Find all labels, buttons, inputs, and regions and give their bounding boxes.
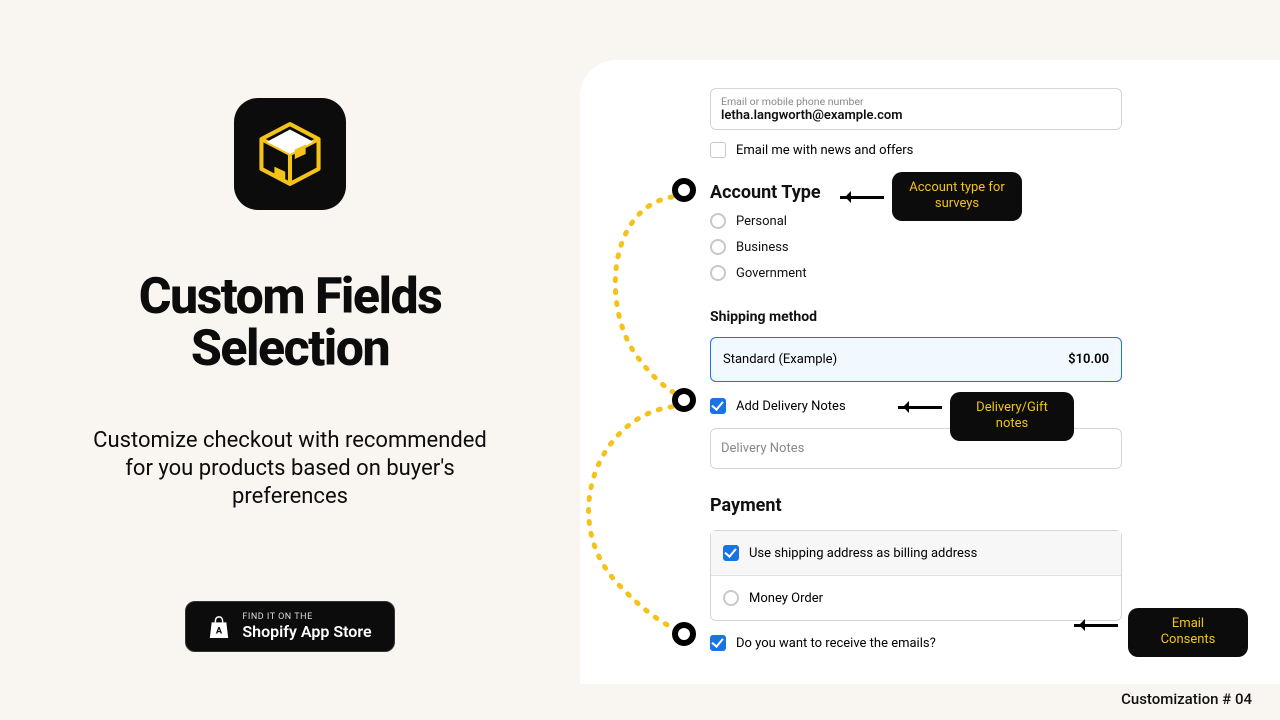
node-dot-1 [672,178,696,202]
shipping-price: $10.00 [1068,352,1109,367]
page-subtitle: Customize checkout with recommended for … [80,427,500,511]
payment-heading: Payment [710,495,1240,516]
account-type-options: Personal Business Government [710,213,1240,281]
badge-big-text: Shopify App Store [242,622,371,641]
page-title: Custom Fields Selection [139,272,442,375]
app-store-badge[interactable]: A FIND IT ON THE Shopify App Store [185,601,394,652]
newsletter-row[interactable]: Email me with news and offers [710,142,1240,158]
email-consent-checkbox[interactable] [710,635,726,651]
badge-small-text: FIND IT ON THE [242,612,371,622]
callout-delivery-notes: Delivery/Gift notes [950,392,1074,441]
delivery-notes-placeholder: Delivery Notes [721,441,804,456]
use-shipping-label: Use shipping address as billing address [749,546,977,561]
email-consent-label: Do you want to receive the emails? [736,636,936,651]
use-shipping-checkbox[interactable] [723,545,739,561]
title-line-1: Custom Fields [139,268,442,326]
cube-icon [256,120,324,188]
radio-label: Business [736,240,789,255]
radio-business[interactable]: Business [710,239,1240,255]
checkout-card: Email or mobile phone number letha.langw… [580,60,1280,684]
radio-label: Personal [736,214,787,229]
promo-panel: Custom Fields Selection Customize checko… [0,0,580,720]
app-icon [234,98,346,210]
email-value: letha.langworth@example.com [721,108,1111,123]
newsletter-checkbox[interactable] [710,142,726,158]
newsletter-label: Email me with news and offers [736,143,913,158]
svg-text:A: A [216,626,223,636]
radio-icon[interactable] [723,590,739,606]
money-order-label: Money Order [749,591,823,606]
title-line-2: Selection [191,320,389,378]
shipping-heading: Shipping method [710,309,1240,325]
radio-label: Government [736,266,807,281]
email-field[interactable]: Email or mobile phone number letha.langw… [710,88,1122,130]
payment-options: Use shipping address as billing address … [710,530,1122,621]
radio-government[interactable]: Government [710,265,1240,281]
footer-label: Customization # 04 [1121,690,1252,708]
radio-icon[interactable] [710,239,726,255]
arrow-icon [898,406,942,409]
callout-account-type: Account type for surveys [892,172,1022,221]
radio-icon[interactable] [710,265,726,281]
money-order-row[interactable]: Money Order [711,575,1121,620]
delivery-notes-label: Add Delivery Notes [736,399,846,414]
shipping-name: Standard (Example) [723,352,837,367]
shopping-bag-icon: A [208,615,230,639]
arrow-icon [1074,624,1118,627]
arrow-icon [840,196,884,199]
radio-icon[interactable] [710,213,726,229]
shipping-option[interactable]: Standard (Example) $10.00 [710,337,1122,382]
callout-email-consents: Email Consents [1128,608,1248,657]
use-shipping-address-row[interactable]: Use shipping address as billing address [711,531,1121,575]
node-dot-2 [672,388,696,412]
node-dot-3 [672,622,696,646]
email-label: Email or mobile phone number [721,95,1111,108]
delivery-notes-checkbox[interactable] [710,398,726,414]
